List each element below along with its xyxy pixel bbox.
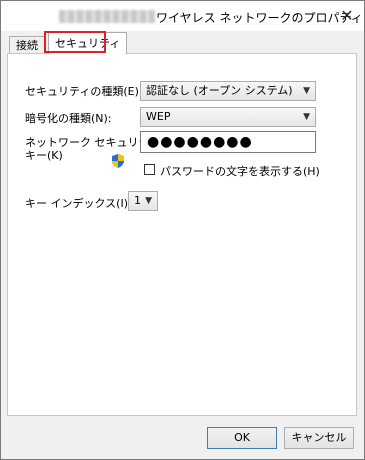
security-type-value: 認証なし (オープン システム) — [146, 84, 293, 97]
chevron-down-icon: ▼ — [303, 86, 310, 96]
encryption-type-select[interactable]: WEP ▼ — [140, 107, 316, 127]
properties-window: ワイヤレス ネットワークのプロパティ ✕ 接続 セキュリティ セキュリティの種類… — [0, 0, 365, 460]
redacted-network-name — [59, 10, 155, 23]
network-key-input[interactable]: ●●●●●●●● — [140, 131, 316, 153]
encryption-type-label: 暗号化の種類(N): — [25, 112, 112, 125]
encryption-type-value: WEP — [146, 110, 171, 123]
close-icon[interactable]: ✕ — [336, 4, 358, 26]
tab-highlight-box — [44, 31, 106, 53]
chevron-down-icon: ▼ — [145, 196, 152, 206]
window-title: ワイヤレス ネットワークのプロパティ — [156, 11, 363, 25]
shield-icon — [112, 154, 124, 168]
security-type-select[interactable]: 認証なし (オープン システム) ▼ — [140, 81, 316, 101]
title-bar: ワイヤレス ネットワークのプロパティ ✕ — [1, 1, 364, 31]
chevron-down-icon: ▼ — [303, 112, 310, 122]
key-index-value: 1 — [134, 194, 141, 207]
show-characters-checkbox[interactable] — [144, 164, 155, 175]
security-panel: セキュリティの種類(E): 認証なし (オープン システム) ▼ 暗号化の種類(… — [7, 53, 357, 416]
cancel-button[interactable]: キャンセル — [284, 427, 354, 449]
security-type-label: セキュリティの種類(E): — [25, 85, 143, 98]
show-characters-label[interactable]: パスワードの文字を表示する(H) — [160, 163, 320, 179]
key-index-label: キー インデックス(I): — [25, 197, 132, 210]
key-index-select[interactable]: 1 ▼ — [128, 191, 158, 211]
tab-connection[interactable]: 接続 — [9, 36, 45, 54]
ok-button[interactable]: OK — [207, 427, 277, 449]
network-key-label-line2: キー(K) — [25, 149, 63, 162]
